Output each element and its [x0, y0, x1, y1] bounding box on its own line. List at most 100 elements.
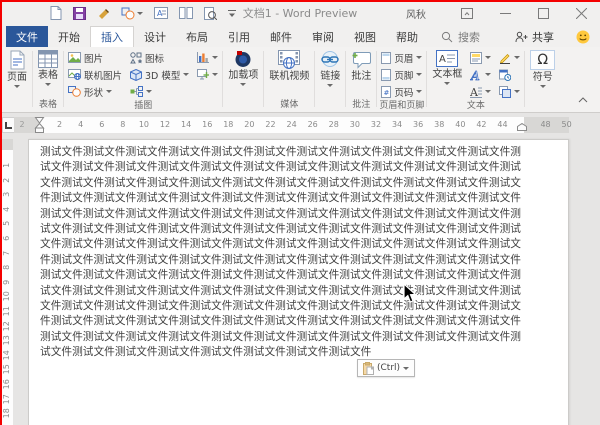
- ruler-number: 10: [133, 117, 154, 133]
- comment-button[interactable]: 批注: [348, 49, 374, 83]
- ruler-number: 20: [239, 117, 260, 133]
- search-box[interactable]: 搜索: [441, 26, 480, 47]
- ribbon-tab[interactable]: 开始: [48, 26, 90, 47]
- shapes-button[interactable]: [121, 7, 143, 20]
- right-indent-marker[interactable]: [517, 123, 527, 133]
- screenshot-button[interactable]: [195, 69, 220, 80]
- paste-options-button[interactable]: (Ctrl): [357, 359, 415, 377]
- maximize-icon: [538, 8, 549, 19]
- ruler-number: 42: [471, 117, 492, 133]
- pages-button[interactable]: 页面: [4, 49, 30, 89]
- format-painter-icon: [97, 7, 110, 20]
- ruler-number: 38: [429, 117, 450, 133]
- smartart-caret: [146, 90, 152, 93]
- ribbon-display-options-button[interactable]: [448, 0, 486, 26]
- symbol-button[interactable]: Ω 符号: [527, 49, 558, 89]
- word-window: A 文档1 - Word Preview 风秋: [0, 0, 600, 425]
- ruler-number: 36: [408, 117, 429, 133]
- textbox-button[interactable]: A 文本框: [429, 49, 465, 86]
- document-text[interactable]: 测试文件测试文件测试文件测试文件测试文件测试文件测试文件测试文件测试文件测试文件…: [29, 140, 523, 360]
- link-caret: [327, 84, 333, 87]
- chart-button[interactable]: [195, 52, 220, 63]
- group-label-comment: 批注: [348, 99, 374, 111]
- ribbon-tab[interactable]: 插入: [90, 26, 134, 47]
- format-painter-button[interactable]: [97, 7, 110, 20]
- header-button[interactable]: 页眉: [379, 51, 424, 65]
- ribbon-tabs: 开始插入设计布局引用邮件审阅视图帮助: [48, 26, 428, 47]
- ruler-left-margin-number: 2: [14, 117, 30, 133]
- 3d-models-button[interactable]: 3D 模型: [128, 68, 191, 82]
- icons-button[interactable]: 图标: [128, 51, 191, 65]
- icons-icon: [130, 52, 142, 64]
- quick-parts-button[interactable]: [468, 52, 493, 64]
- window-title: 文档1 - Word Preview: [150, 5, 450, 21]
- save-button[interactable]: [73, 7, 86, 20]
- minimize-button[interactable]: [486, 0, 524, 26]
- group-pages: 页面: [4, 49, 30, 111]
- svg-text:A: A: [470, 69, 480, 81]
- page-icon: [9, 50, 26, 70]
- horizontal-ruler[interactable]: 2 24681012141618202224262830323436384042…: [14, 117, 569, 133]
- table-button[interactable]: 表格: [35, 49, 61, 87]
- ruler-number: 14: [176, 117, 197, 133]
- date-time-button[interactable]: [497, 69, 522, 81]
- group-label-text: 文本: [429, 100, 522, 112]
- smartart-button[interactable]: [128, 86, 191, 97]
- ribbon-tab[interactable]: 邮件: [260, 26, 302, 47]
- online-video-button[interactable]: 联机视频: [266, 49, 312, 83]
- new-document-button[interactable]: [50, 6, 62, 20]
- ribbon-insert-panel: 页面 表格 表格: [0, 47, 600, 113]
- quick-parts-caret: [485, 56, 491, 59]
- ruler-numbers: 2468101214161820222426283032343638404244: [49, 117, 513, 133]
- header-caret: [416, 56, 422, 59]
- group-label-media: 媒体: [266, 99, 312, 111]
- collapse-ribbon-button[interactable]: [578, 88, 588, 107]
- footer-button[interactable]: 页脚: [379, 68, 424, 82]
- account-user-name[interactable]: 风秋: [406, 6, 426, 21]
- link-button[interactable]: 链接: [317, 49, 343, 88]
- signature-line-caret: [514, 56, 520, 59]
- ribbon-tab[interactable]: 布局: [176, 26, 218, 47]
- tab-file[interactable]: 文件: [6, 26, 48, 47]
- drop-cap-button[interactable]: A: [468, 86, 493, 98]
- ruler-number: 48: [535, 117, 556, 133]
- shapes-caret: [137, 12, 143, 15]
- smiley-icon: [576, 30, 590, 44]
- indent-markers[interactable]: [34, 117, 45, 135]
- online-pictures-button[interactable]: 联机图片: [66, 68, 124, 82]
- title-bar: A 文档1 - Word Preview 风秋: [0, 0, 600, 26]
- ribbon-tab[interactable]: 视图: [344, 26, 386, 47]
- share-button[interactable]: 共享: [515, 26, 554, 47]
- addins-caret: [240, 83, 246, 86]
- page-number-button[interactable]: # 页码: [379, 85, 424, 99]
- paste-options-label: (Ctrl): [377, 363, 400, 373]
- ribbon-tab[interactable]: 审阅: [302, 26, 344, 47]
- document-page[interactable]: 测试文件测试文件测试文件测试文件测试文件测试文件测试文件测试文件测试文件测试文件…: [28, 139, 569, 425]
- shapes-icon: [68, 86, 81, 97]
- group-table: 表格 表格: [35, 49, 61, 111]
- ribbon-tab[interactable]: 设计: [134, 26, 176, 47]
- pictures-button[interactable]: 图片: [66, 51, 124, 65]
- feedback-button[interactable]: [576, 26, 590, 47]
- chart-icon: [197, 52, 209, 63]
- svg-text:#: #: [384, 89, 390, 97]
- ruler-number: 34: [387, 117, 408, 133]
- close-button[interactable]: [562, 0, 600, 26]
- ruler-number: 24: [281, 117, 302, 133]
- page-number-caret: [416, 90, 422, 93]
- group-comment: 批注 批注: [348, 49, 374, 111]
- capture-border-top: [0, 0, 600, 2]
- signature-line-button[interactable]: [497, 52, 522, 64]
- wordart-button[interactable]: A: [468, 69, 493, 81]
- shapes-icon: [121, 7, 135, 20]
- addins-button[interactable]: 加载项: [225, 49, 261, 87]
- share-label: 共享: [532, 29, 554, 45]
- minimize-icon: [500, 8, 511, 19]
- footer-icon: [381, 69, 391, 81]
- maximize-button[interactable]: [524, 0, 562, 26]
- ribbon-tab[interactable]: 帮助: [386, 26, 428, 47]
- ribbon-tab[interactable]: 引用: [218, 26, 260, 47]
- ruler-number: 28: [323, 117, 344, 133]
- object-button[interactable]: [497, 86, 522, 98]
- shapes-ribbon-button[interactable]: 形状: [66, 85, 124, 99]
